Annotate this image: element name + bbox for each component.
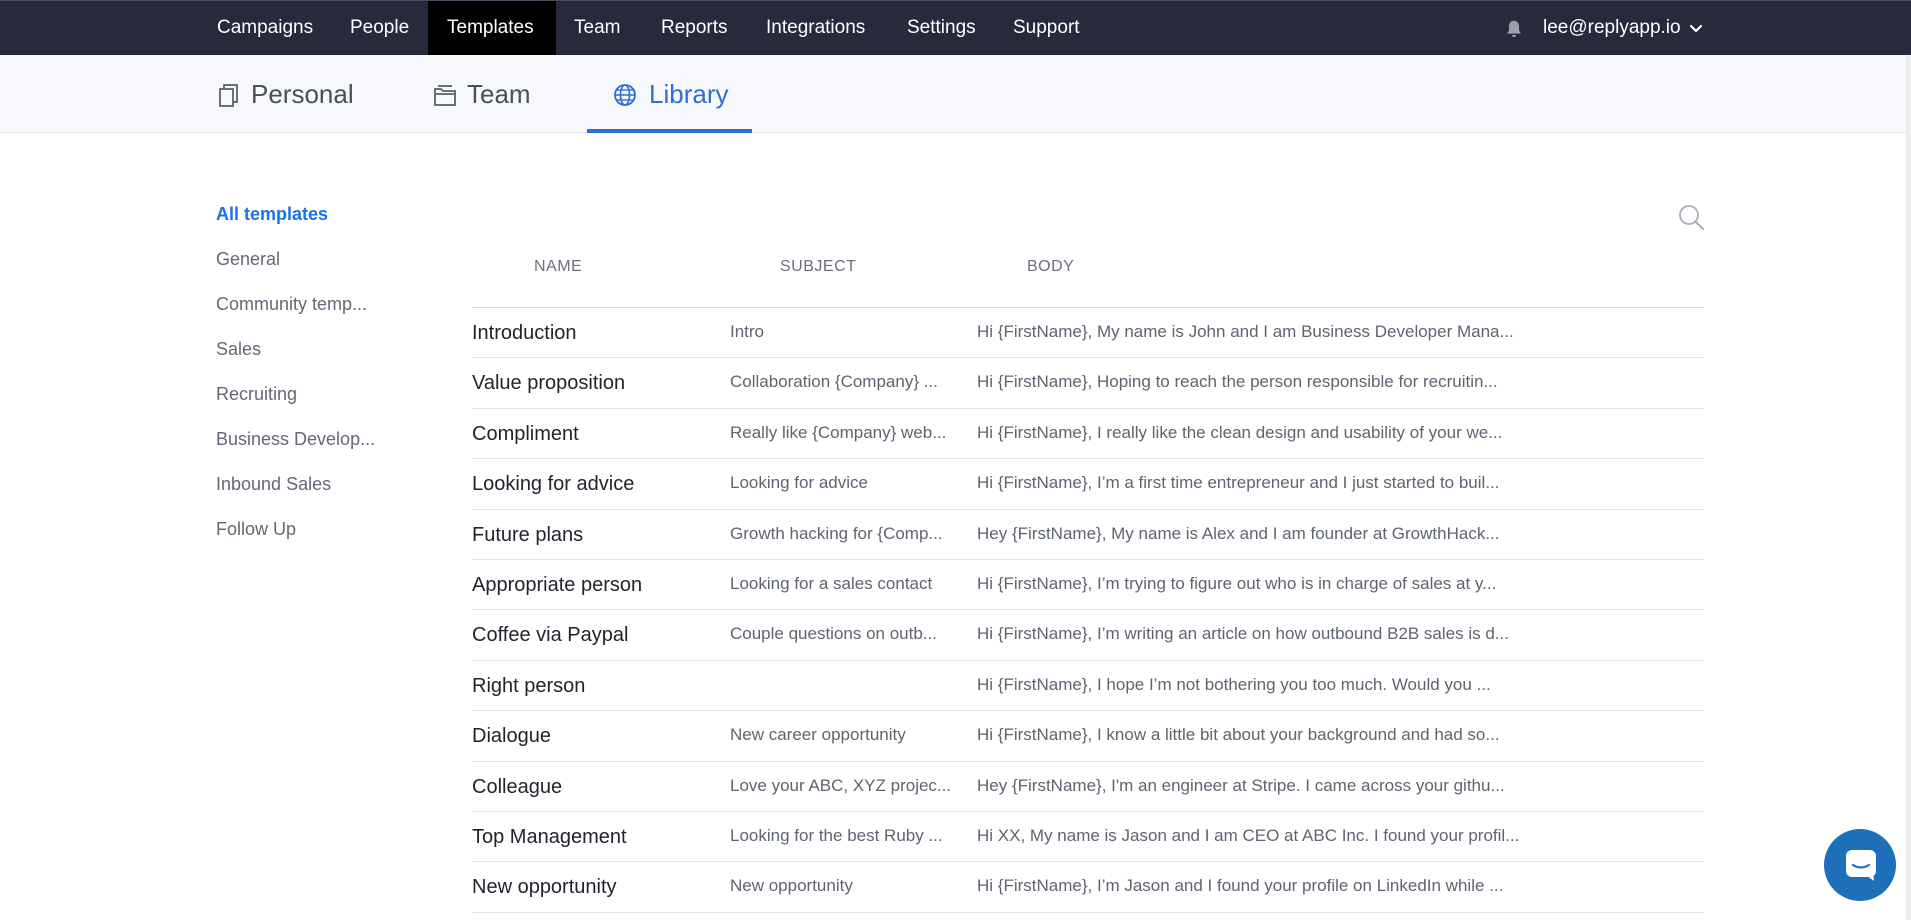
folder-icon (434, 85, 456, 106)
table-row[interactable]: Top Management Looking for the best Ruby… (472, 812, 1704, 863)
nav-reports[interactable]: Reports (642, 1, 747, 55)
template-subject: Growth hacking for {Comp... (730, 523, 943, 543)
template-body: Hi {FirstName}, I hope I’m not bothering… (977, 674, 1491, 694)
sidebar-item-inbound-sales[interactable]: Inbound Sales (216, 472, 416, 517)
category-sidebar: All templates General Community temp... … (216, 202, 416, 562)
table-row[interactable]: Future plans Growth hacking for {Comp...… (472, 510, 1704, 560)
template-body: Hi {FirstName}, I know a little bit abou… (977, 725, 1500, 745)
template-name: Introduction (472, 322, 577, 344)
column-header-body[interactable]: BODY (1027, 258, 1074, 276)
template-body: Hi {FirstName}, I really like the clean … (977, 422, 1503, 442)
tab-library[interactable]: Library (587, 55, 752, 133)
template-body: Hey {FirstName}, My name is Alex and I a… (977, 523, 1500, 543)
template-body: Hi {FirstName}, I’m trying to figure out… (977, 573, 1497, 593)
nav-settings[interactable]: Settings (888, 1, 995, 55)
template-body: Hey {FirstName}, I'm an engineer at Stri… (977, 775, 1505, 795)
table-row[interactable]: Right person Hi {FirstName}, I hope I’m … (472, 661, 1704, 712)
template-subject: Looking for advice (730, 473, 868, 493)
chat-launcher-button[interactable] (1824, 829, 1896, 901)
sidebar-item-community-templates[interactable]: Community temp... (216, 292, 416, 337)
template-body: Hi XX, My name is Jason and I am CEO at … (977, 825, 1520, 845)
template-body: Hi {FirstName}, I’m a first time entrepr… (977, 473, 1500, 493)
sidebar-item-general[interactable]: General (216, 247, 416, 292)
template-name: Appropriate person (472, 573, 643, 596)
template-subject: Really like {Company} web... (730, 422, 947, 442)
table-row[interactable]: New opportunity New opportunity Hi {Firs… (472, 862, 1704, 913)
tab-personal-label: Personal (251, 79, 354, 109)
column-header-name[interactable]: NAME (534, 258, 582, 276)
template-name: Coffee via Paypal (472, 624, 629, 647)
table-row[interactable]: Compliment Really like {Company} web... … (472, 409, 1704, 460)
template-body: Hi {FirstName}, I’m Jason and I found yo… (977, 876, 1504, 896)
table-row[interactable]: Introduction Intro Hi {FirstName}, My na… (472, 308, 1704, 359)
chevron-down-icon[interactable] (1689, 23, 1703, 35)
sidebar-item-sales[interactable]: Sales (216, 337, 416, 382)
template-name: Looking for advice (472, 473, 635, 496)
template-subject: Love your ABC, XYZ projec... (730, 775, 952, 795)
template-name: New opportunity (472, 876, 617, 899)
nav-people[interactable]: People (331, 1, 428, 55)
template-scope-tabs: Personal Team Library (0, 55, 1911, 133)
page-scrollbar[interactable] (1906, 55, 1911, 920)
tab-personal[interactable]: Personal (216, 55, 366, 133)
template-body: Hi {FirstName}, My name is John and I am… (977, 322, 1514, 341)
template-subject: Collaboration {Company} ... (730, 372, 938, 392)
table-row[interactable]: Dialogue New career opportunity Hi {Firs… (472, 711, 1704, 762)
nav-templates[interactable]: Templates (428, 1, 556, 55)
active-tab-indicator (587, 129, 752, 133)
copy-icon (219, 84, 238, 107)
nav-team[interactable]: Team (555, 1, 639, 55)
sidebar-item-follow-up[interactable]: Follow Up (216, 517, 416, 562)
table-row[interactable]: Appropriate person Looking for a sales c… (472, 560, 1704, 611)
sidebar-item-business-development[interactable]: Business Develop... (216, 427, 416, 472)
template-body: Hi {FirstName}, I’m writing an article o… (977, 624, 1509, 644)
template-subject: Looking for a sales contact (730, 573, 933, 593)
table-row[interactable]: Coffee via Paypal Couple questions on ou… (472, 610, 1704, 661)
template-subject: New opportunity (730, 876, 853, 896)
templates-table: Introduction Intro Hi {FirstName}, My na… (472, 308, 1704, 913)
template-body: Hi {FirstName}, Hoping to reach the pers… (977, 372, 1498, 392)
templates-table-header: NAME SUBJECT BODY (472, 258, 1704, 308)
nav-support[interactable]: Support (994, 1, 1099, 55)
template-subject: Intro (730, 322, 765, 341)
template-name: Right person (472, 674, 586, 697)
nav-campaigns[interactable]: Campaigns (198, 1, 332, 55)
template-name: Top Management (472, 825, 627, 848)
template-subject: Looking for the best Ruby ... (730, 825, 943, 845)
globe-icon (614, 84, 636, 106)
top-navigation: Campaigns People Templates Team Reports … (0, 0, 1911, 55)
sidebar-item-all-templates[interactable]: All templates (216, 202, 416, 247)
template-name: Value proposition (472, 372, 626, 395)
template-name: Colleague (472, 775, 563, 798)
template-subject: Couple questions on outb... (730, 624, 937, 644)
column-header-subject[interactable]: SUBJECT (780, 258, 856, 276)
chat-icon (1846, 850, 1876, 881)
template-name: Dialogue (472, 725, 551, 748)
tab-library-label: Library (649, 79, 729, 109)
user-email-menu[interactable]: lee@replyapp.io (1543, 1, 1681, 55)
template-name: Compliment (472, 422, 579, 445)
table-row[interactable]: Looking for advice Looking for advice Hi… (472, 459, 1704, 510)
search-icon[interactable] (1677, 203, 1705, 231)
tab-team-label: Team (467, 79, 531, 109)
table-row[interactable]: Colleague Love your ABC, XYZ projec... H… (472, 762, 1704, 812)
template-subject: New career opportunity (730, 725, 906, 745)
tab-team[interactable]: Team (432, 55, 562, 133)
nav-integrations[interactable]: Integrations (747, 1, 884, 55)
bell-icon[interactable] (1503, 18, 1525, 40)
table-row[interactable]: Value proposition Collaboration {Company… (472, 358, 1704, 409)
template-name: Future plans (472, 523, 584, 546)
sidebar-item-recruiting[interactable]: Recruiting (216, 382, 416, 427)
